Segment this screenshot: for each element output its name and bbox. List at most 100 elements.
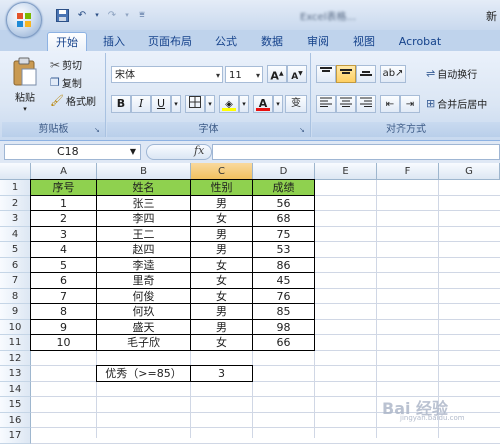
tab-home[interactable]: 开始 [47,32,87,52]
copy-button[interactable]: ❐ 复制 [50,75,82,90]
table-cell[interactable]: 女 [190,210,253,227]
italic-button[interactable]: I [131,95,151,113]
font-launcher-icon[interactable]: ↘ [299,126,307,134]
shrink-font-button[interactable]: A▼ [287,65,307,83]
table-header-cell[interactable]: 性别 [190,179,253,196]
wrap-text-button[interactable]: ⇌ 自动换行 [426,66,477,81]
table-cell[interactable]: 女 [190,287,253,304]
insert-function-icon[interactable]: fx [194,144,204,157]
worksheet[interactable]: A B C D E F G 1 2 3 4 5 6 7 8 9 10 11 12 13 14 15 16 17 … [0,163,500,444]
table-cell[interactable]: 李逵 [96,256,191,273]
row-header[interactable]: 9 [0,304,31,320]
underline-dropdown-icon[interactable]: ▾ [171,95,181,113]
font-size-select[interactable]: 11 ▾ [225,66,263,83]
summary-label-cell[interactable]: 优秀（>=85） [96,365,191,382]
save-icon[interactable] [54,7,70,23]
align-left-button[interactable] [316,95,336,113]
tab-page-layout[interactable]: 页面布局 [140,32,200,51]
table-header-cell[interactable]: 序号 [30,179,97,196]
table-cell[interactable]: 98 [252,318,315,335]
table-cell[interactable]: 53 [252,241,315,258]
row-header[interactable]: 3 [0,211,31,227]
table-cell[interactable]: 86 [252,256,315,273]
table-header-cell[interactable]: 成绩 [252,179,315,196]
bold-button[interactable]: B [111,95,131,113]
row-header[interactable]: 10 [0,319,31,335]
table-cell[interactable]: 男 [190,318,253,335]
table-cell[interactable]: 里奇 [96,272,191,289]
col-header-c[interactable]: C [191,163,253,180]
row-header[interactable]: 2 [0,195,31,211]
row-header[interactable]: 17 [0,428,31,444]
align-top-button[interactable] [316,65,336,83]
paste-button[interactable]: 粘贴 ▾ [8,57,42,113]
align-right-button[interactable] [356,95,376,113]
col-header-b[interactable]: B [97,163,191,180]
table-cell[interactable]: 85 [252,303,315,320]
redo-dropdown-icon[interactable]: ▾ [124,7,130,23]
table-cell[interactable]: 毛子欣 [96,334,191,351]
table-cell[interactable]: 盛天 [96,318,191,335]
row-header[interactable]: 12 [0,350,31,366]
cut-button[interactable]: ✂ 剪切 [50,57,82,73]
align-middle-button[interactable] [336,65,356,83]
row-header[interactable]: 7 [0,273,31,289]
row-header[interactable]: 13 [0,366,31,382]
font-color-dropdown-icon[interactable]: ▾ [273,95,283,113]
clipboard-launcher-icon[interactable]: ↘ [94,126,102,134]
row-header[interactable]: 4 [0,226,31,242]
table-cell[interactable]: 男 [190,303,253,320]
formula-input[interactable] [212,144,500,160]
font-color-button[interactable]: A [253,95,273,113]
table-cell[interactable]: 男 [190,241,253,258]
row-header[interactable]: 8 [0,288,31,304]
row-header[interactable]: 14 [0,381,31,397]
col-header-e[interactable]: E [315,163,377,180]
underline-button[interactable]: U [151,95,171,113]
table-cell[interactable]: 王二 [96,225,191,242]
table-cell[interactable]: 68 [252,210,315,227]
table-cell[interactable]: 7 [30,287,97,304]
table-cell[interactable]: 5 [30,256,97,273]
tab-acrobat[interactable]: Acrobat [392,32,448,51]
col-header-a[interactable]: A [31,163,97,180]
table-cell[interactable]: 10 [30,334,97,351]
table-cell[interactable]: 2 [30,210,97,227]
table-cell[interactable]: 1 [30,194,97,211]
increase-indent-button[interactable]: ⇥ [400,95,420,113]
table-cell[interactable]: 66 [252,334,315,351]
table-cell[interactable]: 女 [190,334,253,351]
table-cell[interactable]: 6 [30,272,97,289]
row-header[interactable]: 16 [0,412,31,428]
table-cell[interactable]: 李四 [96,210,191,227]
row-header[interactable]: 11 [0,335,31,351]
undo-dropdown-icon[interactable]: ▾ [94,7,100,23]
font-name-select[interactable]: 宋体 ▾ [111,66,223,83]
table-cell[interactable]: 75 [252,225,315,242]
col-header-g[interactable]: G [439,163,500,180]
table-header-cell[interactable]: 姓名 [96,179,191,196]
select-all-corner[interactable] [0,163,31,180]
table-cell[interactable]: 男 [190,194,253,211]
paste-dropdown-icon[interactable]: ▾ [23,106,27,113]
undo-icon[interactable]: ↶ [74,7,90,23]
table-cell[interactable]: 45 [252,272,315,289]
row-header[interactable]: 5 [0,242,31,258]
table-cell[interactable]: 9 [30,318,97,335]
table-cell[interactable]: 3 [30,225,97,242]
orientation-button[interactable]: ab↗ [380,65,406,83]
format-painter-button[interactable]: 🖌 格式刷 [50,93,96,108]
align-center-button[interactable] [336,95,356,113]
table-cell[interactable]: 女 [190,272,253,289]
table-cell[interactable]: 男 [190,225,253,242]
borders-dropdown-icon[interactable]: ▾ [205,95,215,113]
col-header-d[interactable]: D [253,163,315,180]
tab-formulas[interactable]: 公式 [208,32,244,51]
summary-value-cell[interactable]: 3 [190,365,253,382]
borders-button[interactable] [185,95,205,113]
fill-color-dropdown-icon[interactable]: ▾ [239,95,249,113]
col-header-f[interactable]: F [377,163,439,180]
tab-review[interactable]: 审阅 [300,32,336,51]
table-cell[interactable]: 何俊 [96,287,191,304]
fill-color-button[interactable]: ◈ [219,95,239,113]
